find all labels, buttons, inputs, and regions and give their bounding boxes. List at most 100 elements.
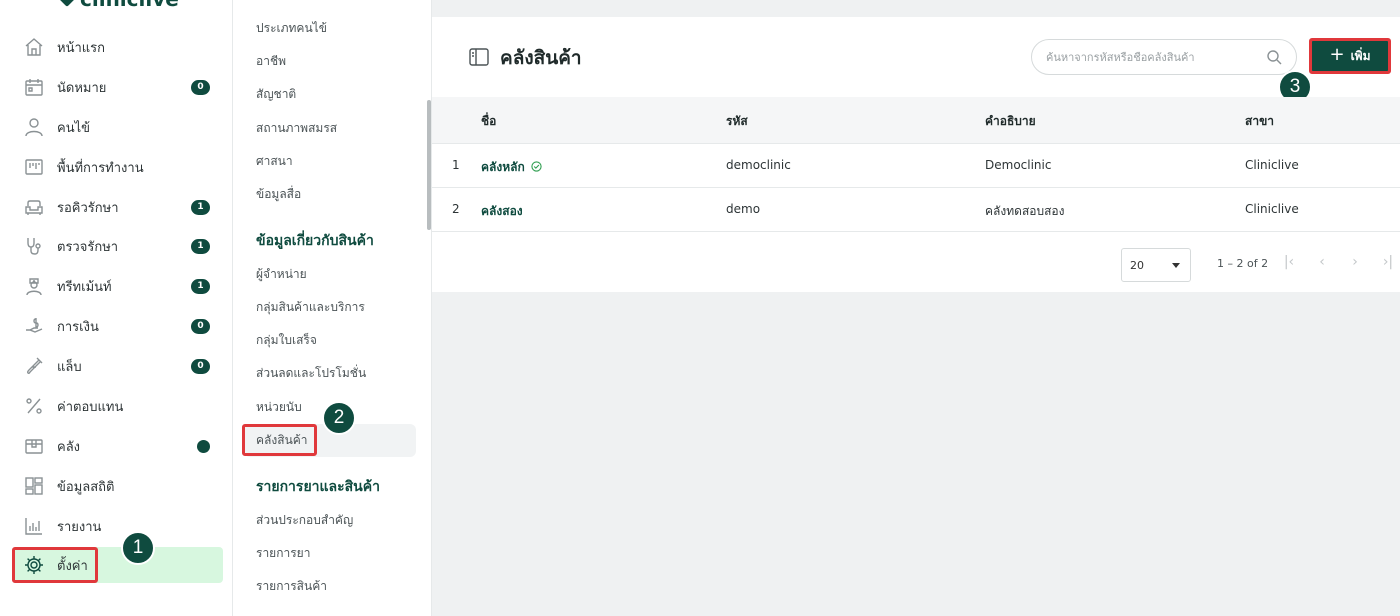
notification-dot xyxy=(197,439,210,453)
search-icon[interactable] xyxy=(1266,49,1282,65)
submenu-section-products: ข้อมูลเกี่ยวกับสินค้า xyxy=(256,233,374,249)
highlight-box-add xyxy=(1309,38,1391,74)
count-badge: 1 xyxy=(191,238,210,254)
row-name-cell[interactable]: คลังหลัก xyxy=(481,158,542,177)
row-branch: Cliniclive xyxy=(1245,202,1299,216)
prev-page-icon[interactable]: ‹ xyxy=(1312,252,1332,272)
workspace-icon xyxy=(23,156,45,178)
submenu-item-drug-list[interactable]: รายการยา xyxy=(256,545,310,561)
table-row[interactable]: 1 คลังหลัก democlinic Democlinic Clinicl… xyxy=(432,144,1400,188)
sidebar-item-label: พื้นที่การทำงาน xyxy=(57,160,144,176)
count-badge: 1 xyxy=(191,199,210,215)
sidebar-item-inventory[interactable]: คลัง xyxy=(12,428,223,464)
submenu-item-units[interactable]: หน่วยนับ xyxy=(256,399,302,415)
box-icon xyxy=(23,435,45,457)
sidebar-item-patients[interactable]: คนไข้ xyxy=(12,109,223,145)
sidebar-item-label: ค่าตอบแทน xyxy=(57,399,124,415)
main-content: คลังสินค้า + เพิ่ม 3 ชื่อ รหัส คำอธิบาย … xyxy=(432,0,1400,616)
sidebar-item-statistics[interactable]: ข้อมูลสถิติ xyxy=(12,468,223,504)
sidebar: cliniclive หน้าแรก นัดหมาย 0 คนไข้ พื้นท… xyxy=(0,0,233,616)
logo-text: cliniclive xyxy=(80,0,179,9)
page-range: 1 – 2 of 2 xyxy=(1217,257,1269,270)
table-header: ชื่อ รหัส คำอธิบาย สาขา xyxy=(432,97,1400,144)
app: cliniclive หน้าแรก นัดหมาย 0 คนไข้ พื้นท… xyxy=(0,0,1400,616)
column-header-code[interactable]: รหัส xyxy=(726,112,748,131)
stethoscope-icon xyxy=(23,235,45,257)
percent-icon xyxy=(23,395,45,417)
submenu-item-suppliers[interactable]: ผู้จำหน่าย xyxy=(256,266,307,282)
submenu-item-receipt-groups[interactable]: กลุ่มใบเสร็จ xyxy=(256,332,317,348)
submenu-item-marital-status[interactable]: สถานภาพสมรส xyxy=(256,120,337,136)
pagination: 20 1 – 2 of 2 |‹ ‹ › ›| xyxy=(432,232,1400,292)
count-badge: 0 xyxy=(191,79,210,95)
last-page-icon[interactable]: ›| xyxy=(1378,252,1398,272)
sidebar-item-label: ข้อมูลสถิติ xyxy=(57,479,115,495)
submenu-item-ingredients[interactable]: ส่วนประกอบสำคัญ xyxy=(256,512,353,528)
submenu-item-discounts[interactable]: ส่วนลดและโปรโมชั่น xyxy=(256,365,366,381)
sidebar-item-label: คนไข้ xyxy=(57,120,91,136)
sidebar-item-lab[interactable]: แล็บ 0 xyxy=(12,348,223,384)
row-description: Democlinic xyxy=(985,158,1052,172)
column-header-description[interactable]: คำอธิบาย xyxy=(985,112,1036,131)
sidebar-item-appointments[interactable]: นัดหมาย 0 xyxy=(12,69,223,105)
submenu-item-product-list[interactable]: รายการสินค้า xyxy=(256,578,327,594)
page-size-select[interactable]: 20 xyxy=(1121,248,1191,282)
user-icon xyxy=(23,116,45,138)
step-marker-2: 2 xyxy=(322,401,356,435)
sidebar-item-label: นัดหมาย xyxy=(57,80,107,96)
sidebar-item-label: ทรีทเม้นท์ xyxy=(57,279,112,295)
money-hand-icon xyxy=(23,315,45,337)
sidebar-item-workspace[interactable]: พื้นที่การทำงาน xyxy=(12,149,223,185)
submenu-item-media[interactable]: ข้อมูลสื่อ xyxy=(256,186,301,202)
sidebar-item-queue[interactable]: รอคิวรักษา 1 xyxy=(12,189,223,225)
chevron-down-icon xyxy=(1172,263,1180,268)
count-badge: 0 xyxy=(191,318,210,334)
sidebar-item-label: หน้าแรก xyxy=(57,40,105,56)
sidebar-item-label: คลัง xyxy=(57,439,81,455)
row-code: democlinic xyxy=(726,158,791,172)
submenu-item-product-groups[interactable]: กลุ่มสินค้าและบริการ xyxy=(256,299,365,315)
submenu-item-religion[interactable]: ศาสนา xyxy=(256,153,293,169)
submenu-section-drugs: รายการยาและสินค้า xyxy=(256,479,380,495)
home-icon xyxy=(23,36,45,58)
dashboard-icon xyxy=(23,475,45,497)
logo-mark-icon xyxy=(57,0,77,7)
test-tube-icon xyxy=(23,355,45,377)
sidebar-item-examination[interactable]: ตรวจรักษา 1 xyxy=(12,228,223,264)
search-input[interactable] xyxy=(1046,50,1256,64)
count-badge: 0 xyxy=(191,358,210,374)
count-badge: 1 xyxy=(191,278,210,294)
sidebar-item-treatment[interactable]: ทรีทเม้นท์ 1 xyxy=(12,268,223,304)
sofa-icon xyxy=(23,196,45,218)
sidebar-item-home[interactable]: หน้าแรก xyxy=(12,29,223,65)
row-name[interactable]: คลังสอง xyxy=(481,202,523,221)
highlight-box-warehouse xyxy=(242,424,317,456)
submenu-item-occupation[interactable]: อาชีพ xyxy=(256,53,286,69)
page-header: คลังสินค้า + เพิ่ม 3 xyxy=(432,17,1400,104)
column-header-branch[interactable]: สาขา xyxy=(1245,112,1274,131)
sidebar-item-label: แล็บ xyxy=(57,359,82,375)
panel-icon xyxy=(469,48,489,66)
warehouse-table: ชื่อ รหัส คำอธิบาย สาขา 1 คลังหลัก democ… xyxy=(432,97,1400,292)
submenu-item-patient-type[interactable]: ประเภทคนไข้ xyxy=(256,20,327,36)
page-title: คลังสินค้า xyxy=(500,47,582,69)
row-description: คลังทดสอบสอง xyxy=(985,204,1065,218)
sidebar-item-finance[interactable]: การเงิน 0 xyxy=(12,308,223,344)
first-page-icon[interactable]: |‹ xyxy=(1279,252,1299,272)
search-box xyxy=(1031,39,1297,75)
submenu-scrollbar[interactable] xyxy=(427,100,431,230)
row-name[interactable]: คลังหลัก xyxy=(481,160,525,174)
sidebar-item-label: ตรวจรักษา xyxy=(57,239,119,255)
column-header-name[interactable]: ชื่อ xyxy=(481,112,496,131)
sidebar-item-label: รอคิวรักษา xyxy=(57,200,119,216)
logo: cliniclive xyxy=(57,0,179,9)
submenu-item-nationality[interactable]: สัญชาติ xyxy=(256,86,296,102)
row-code: demo xyxy=(726,202,761,216)
check-circle-icon xyxy=(531,161,542,172)
sidebar-item-reports[interactable]: รายงาน xyxy=(12,508,223,544)
settings-submenu: ประเภทคนไข้ อาชีพ สัญชาติ สถานภาพสมรส ศา… xyxy=(233,0,432,616)
next-page-icon[interactable]: › xyxy=(1345,252,1365,272)
table-row[interactable]: 2 คลังสอง demo คลังทดสอบสอง Cliniclive xyxy=(432,188,1400,232)
row-branch: Cliniclive xyxy=(1245,158,1299,172)
sidebar-item-compensation[interactable]: ค่าตอบแทน xyxy=(12,388,223,424)
